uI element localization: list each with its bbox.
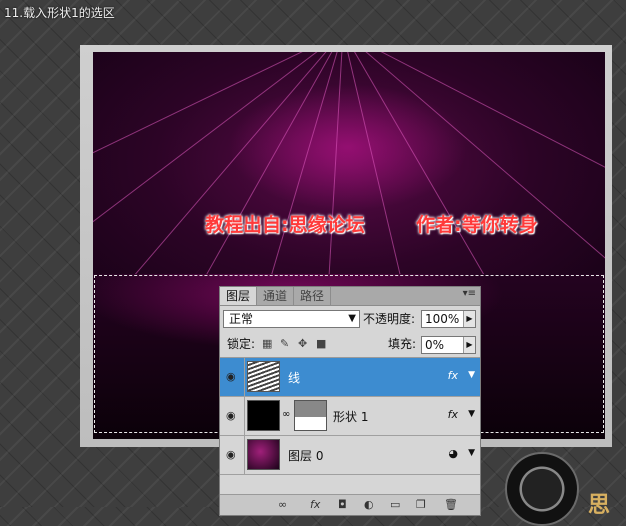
caption-source: 教程出自:思缘论坛 (205, 214, 365, 236)
chevron-right-icon[interactable]: ▶ (463, 311, 475, 327)
chevron-down-icon[interactable]: ▼ (468, 448, 475, 458)
site-logo (505, 452, 579, 526)
fill-field[interactable]: 0% ▶ (421, 336, 476, 354)
layer-style-icon[interactable]: ◕ (448, 447, 458, 460)
layer-row-shape[interactable]: ◉ ∞ 形状 1 fx ▼ (220, 397, 480, 436)
opacity-field[interactable]: 100% ▶ (421, 310, 476, 328)
new-layer-icon[interactable]: ❐ (416, 498, 426, 511)
logo-text: 思 (588, 492, 611, 518)
fx-icon[interactable]: fx (448, 408, 458, 421)
tab-channels[interactable]: 通道 (257, 287, 295, 305)
trash-icon[interactable]: 🗑 (444, 498, 458, 511)
chevron-down-icon: ▼ (348, 313, 356, 324)
lock-all-icon[interactable]: ■ (316, 338, 327, 349)
chevron-down-icon[interactable]: ▼ (468, 370, 475, 380)
eye-icon: ◉ (226, 448, 236, 461)
blend-mode-value: 正常 (229, 312, 254, 326)
layer-mask-thumbnail (294, 400, 327, 431)
panel-menu-icon[interactable]: ▾≡ (463, 288, 476, 299)
fill-value: 0% (425, 338, 445, 352)
adjustment-layer-icon[interactable]: ◐ (364, 498, 374, 511)
eye-icon: ◉ (226, 409, 236, 422)
layer-row-background[interactable]: ◉ 图层 0 ◕ ▼ (220, 436, 480, 475)
chevron-right-icon[interactable]: ▶ (463, 337, 475, 353)
lock-label: 锁定: (227, 337, 256, 351)
visibility-toggle[interactable]: ◉ (220, 436, 245, 474)
lock-move-icon[interactable]: ✥ (298, 338, 309, 349)
link-icon: ∞ (282, 409, 291, 420)
layers-panel: 图层 通道 路径 ▾≡ 正常 ▼ 不透明度: 100% ▶ 锁定: ▦ ✎ ✥ … (219, 286, 481, 516)
add-mask-icon[interactable]: ◘ (338, 498, 347, 511)
chevron-down-icon[interactable]: ▼ (468, 409, 475, 419)
opacity-value: 100% (425, 312, 460, 326)
step-title: 11.载入形状1的选区 (4, 6, 115, 20)
opacity-label: 不透明度: (363, 312, 416, 326)
lock-transparent-icon[interactable]: ▦ (262, 338, 273, 349)
tab-paths[interactable]: 路径 (294, 287, 332, 305)
layer-name: 线 (288, 371, 301, 385)
caption-author: 作者:等你转身 (416, 214, 538, 236)
visibility-toggle[interactable]: ◉ (220, 358, 245, 396)
visibility-toggle[interactable]: ◉ (220, 397, 245, 435)
new-group-icon[interactable]: ▭ (390, 498, 400, 511)
panel-footer: ∞ fx ◘ ◐ ▭ ❐ 🗑 (220, 494, 480, 515)
add-style-icon[interactable]: fx (310, 498, 320, 511)
link-layers-icon[interactable]: ∞ (278, 498, 287, 511)
lock-brush-icon[interactable]: ✎ (280, 338, 291, 349)
layer-thumbnail (247, 400, 280, 431)
blend-mode-select[interactable]: 正常 ▼ (223, 310, 360, 328)
fill-label: 填充: (388, 337, 417, 351)
layer-row-lines[interactable]: ◉ 线 fx ▼ (220, 358, 480, 397)
layer-thumbnail (247, 361, 280, 392)
fx-icon[interactable]: fx (448, 369, 458, 382)
panel-tabs: 图层 通道 路径 ▾≡ (220, 287, 480, 306)
eye-icon: ◉ (226, 370, 236, 383)
layer-name: 图层 0 (288, 449, 324, 463)
layer-name: 形状 1 (333, 410, 369, 424)
tab-layers[interactable]: 图层 (220, 287, 258, 305)
layer-thumbnail (247, 439, 280, 470)
